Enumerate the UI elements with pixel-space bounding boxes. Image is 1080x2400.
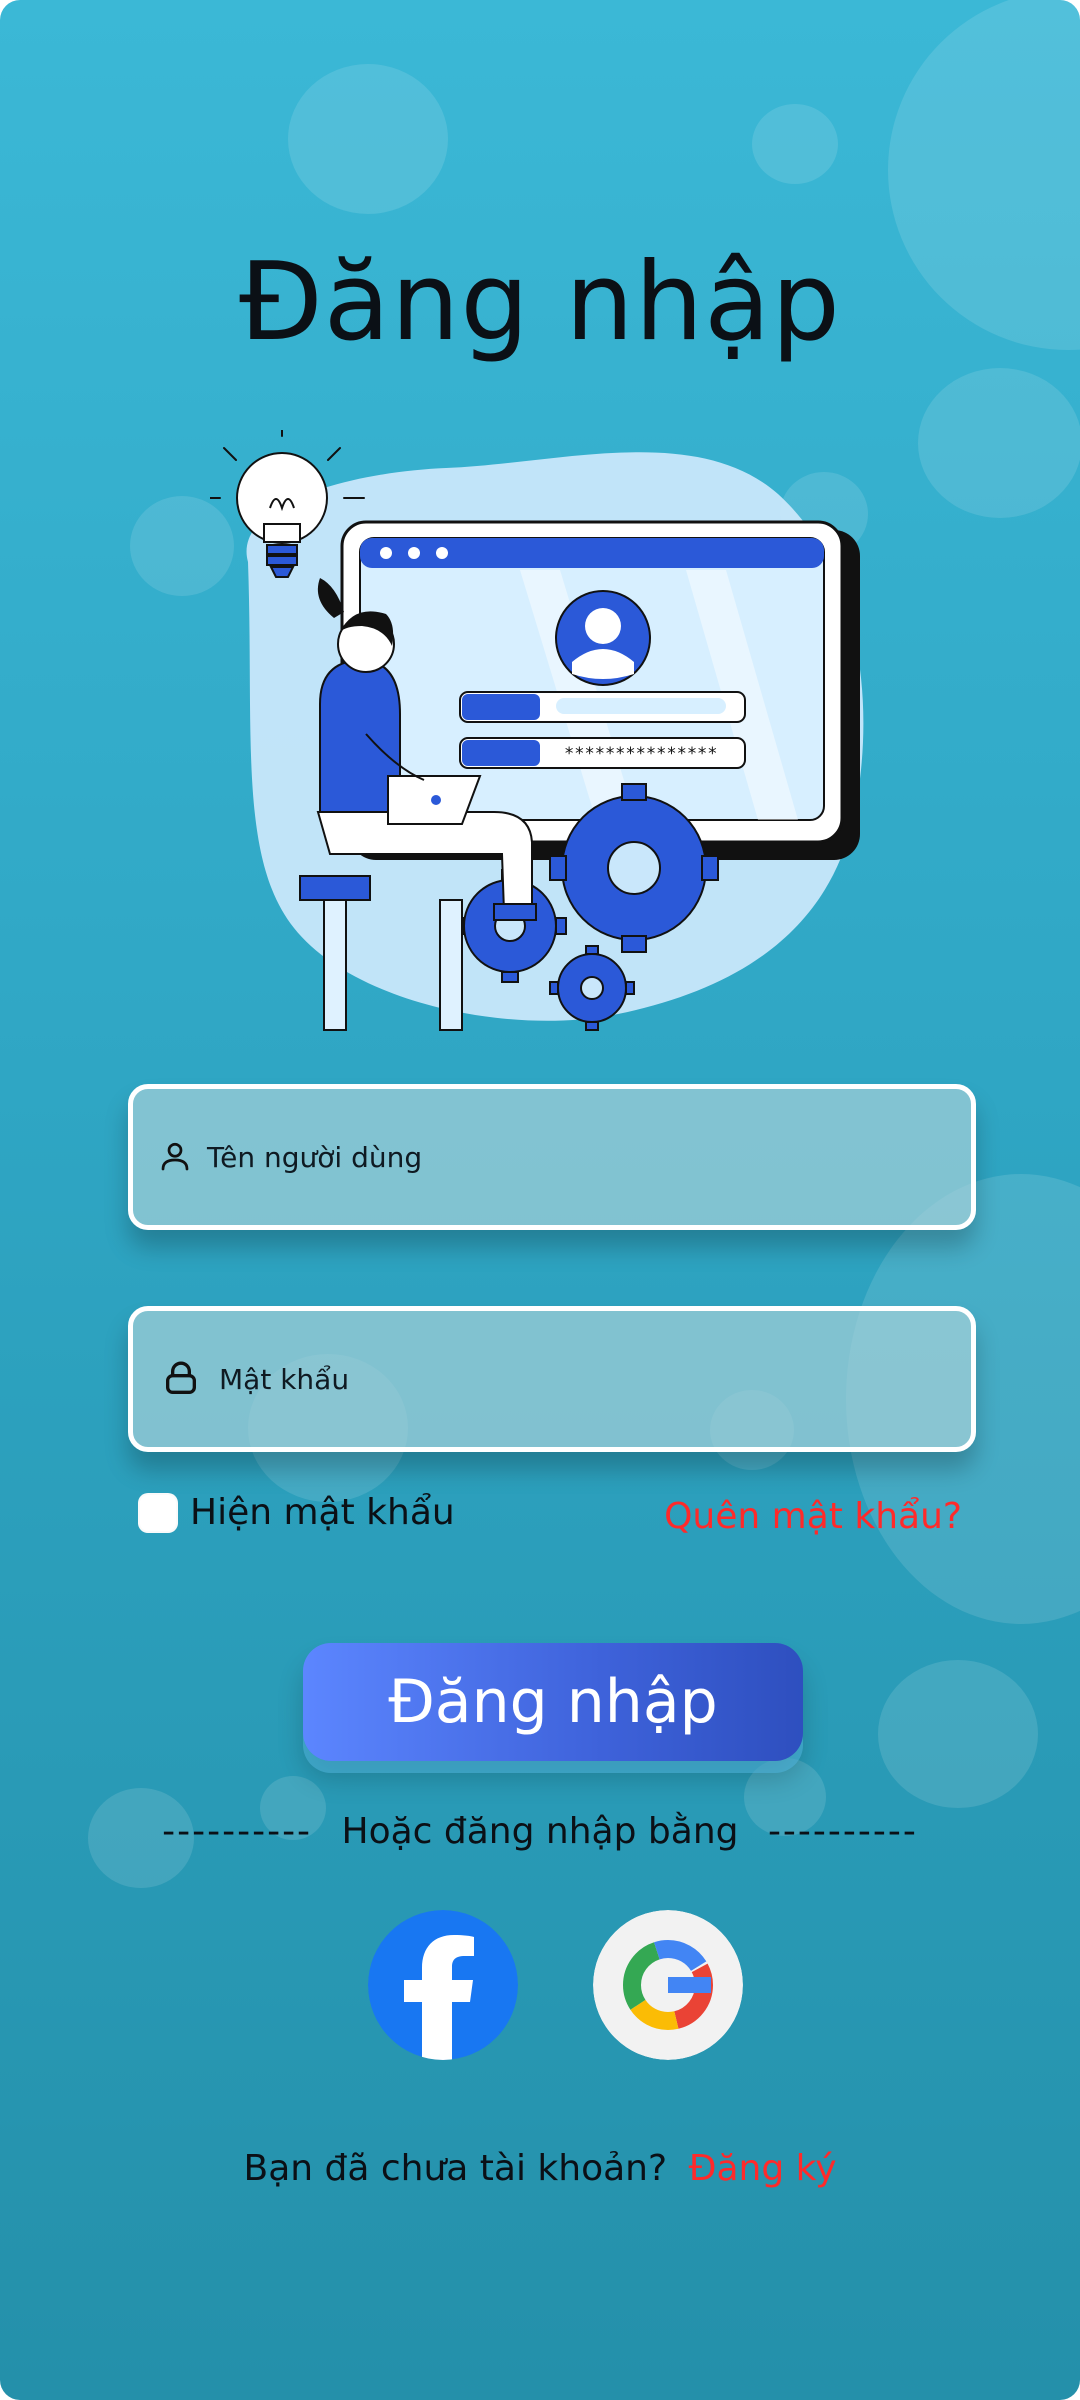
background-bubble — [288, 64, 448, 214]
google-login-button[interactable] — [593, 1910, 743, 2060]
lock-icon-svg — [166, 1361, 196, 1394]
facebook-login-button[interactable] — [368, 1910, 518, 2060]
username-field[interactable]: Tên người dùng — [128, 1084, 976, 1230]
login-button[interactable]: Đăng nhập — [303, 1643, 803, 1761]
login-screen: Đăng nhập *************** Tên người dùng… — [0, 0, 1080, 2400]
separator-right-dashes: ---------- — [767, 1811, 918, 1852]
user-icon — [155, 1137, 195, 1177]
show-password-toggle[interactable]: Hiện mật khẩu — [138, 1492, 455, 1533]
separator-text: Hoặc đăng nhập bằng — [341, 1811, 739, 1852]
show-password-label: Hiện mật khẩu — [190, 1492, 455, 1533]
forgot-password-link[interactable]: Quên mật khẩu? — [664, 1496, 962, 1537]
social-separator: ---------- Hoặc đăng nhập bằng ---------… — [0, 1811, 1080, 1852]
login-illustration: *************** — [199, 417, 890, 1040]
signup-question: Bạn đã chưa tài khoản? — [243, 2148, 668, 2189]
separator-left-dashes: ---------- — [162, 1811, 313, 1852]
illustration-password-mask: *************** — [564, 744, 718, 764]
background-bubble — [878, 1660, 1038, 1808]
lock-icon — [161, 1359, 201, 1399]
signup-footer: Bạn đã chưa tài khoản? Đăng ký — [0, 2148, 1080, 2189]
password-field[interactable]: Mật khẩu — [128, 1306, 976, 1452]
background-bubble — [752, 104, 838, 184]
user-icon-svg — [161, 1142, 189, 1171]
show-password-checkbox[interactable] — [138, 1492, 178, 1533]
username-placeholder: Tên người dùng — [207, 1140, 423, 1174]
register-link[interactable]: Đăng ký — [689, 2148, 837, 2189]
password-placeholder: Mật khẩu — [219, 1362, 350, 1396]
facebook-icon — [368, 1910, 518, 2060]
google-icon — [593, 1910, 743, 2060]
page-title: Đăng nhập — [239, 240, 841, 365]
background-bubble — [918, 368, 1080, 518]
illustration-art: *************** — [199, 417, 864, 1031]
